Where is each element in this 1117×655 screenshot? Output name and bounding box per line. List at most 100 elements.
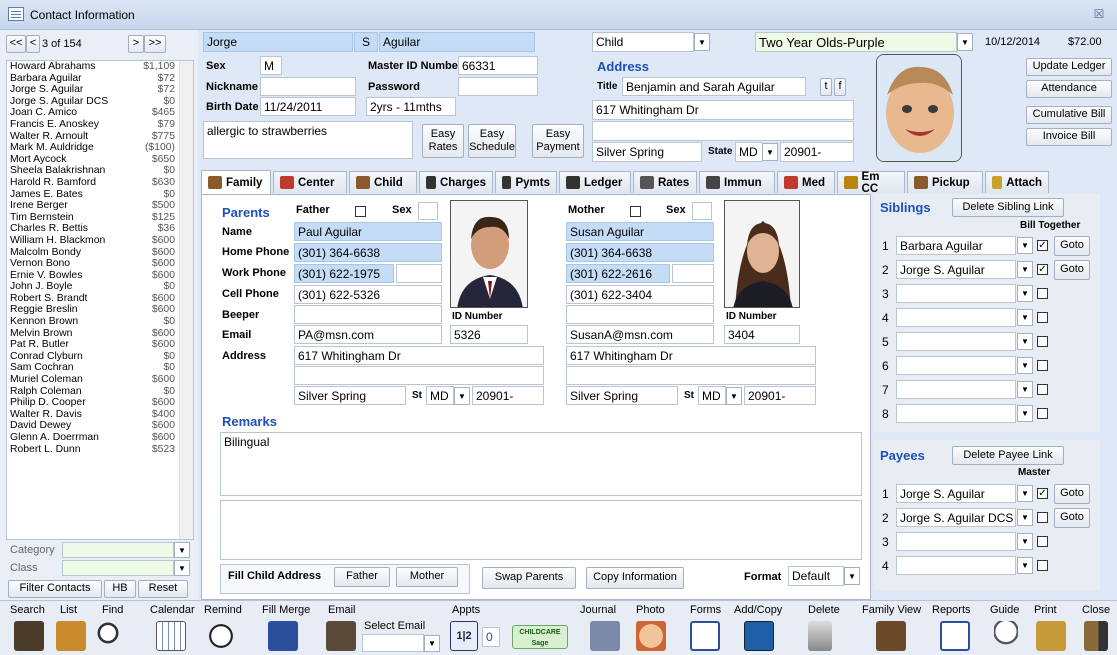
password-field[interactable]: [458, 77, 538, 96]
mother-checkbox[interactable]: [630, 206, 641, 217]
address-line2-field[interactable]: [592, 121, 854, 141]
sibling-checkbox[interactable]: [1037, 336, 1048, 347]
sibling-name-field[interactable]: Jorge S. Aguilar: [896, 260, 1016, 279]
payee-dropdown-icon[interactable]: ▼: [1017, 509, 1033, 526]
contact-list-item[interactable]: Reggie Breslin $600: [7, 304, 193, 316]
contact-list-item[interactable]: Jorge S. Aguilar $72: [7, 84, 193, 96]
last-record-button[interactable]: >>: [144, 35, 166, 53]
mailbox-icon[interactable]: [326, 621, 356, 651]
remarks-field[interactable]: Bilingual: [220, 432, 862, 496]
sibling-dropdown-icon[interactable]: ▼: [1017, 237, 1033, 254]
tab-pymts[interactable]: Pymts: [495, 171, 557, 193]
fill-merge-icon[interactable]: [268, 621, 298, 651]
street-field[interactable]: 617 Whitingham Dr: [592, 100, 854, 120]
contact-list[interactable]: Howard Abrahams $1,109 Barbara Aguilar $72 J…: [6, 60, 194, 540]
classroom-dropdown-icon[interactable]: ▼: [957, 33, 973, 51]
update-ledger-button[interactable]: Update Ledger: [1026, 58, 1112, 76]
child-photo[interactable]: [876, 54, 962, 162]
tab-attach[interactable]: Attach: [985, 171, 1049, 193]
reports-icon[interactable]: [940, 621, 970, 651]
fill-mother-button[interactable]: Mother: [396, 567, 458, 587]
contact-list-item[interactable]: Barbara Aguilar $72: [7, 73, 193, 85]
binoculars-icon[interactable]: [14, 621, 44, 651]
tab-ledger[interactable]: Ledger: [559, 171, 631, 193]
contact-list-item[interactable]: Mort Aycock $650: [7, 154, 193, 166]
easy-schedule-button[interactable]: Easy Schedule: [468, 124, 516, 158]
contact-list-item[interactable]: Philip D. Cooper $600: [7, 397, 193, 409]
father-cell-phone-field[interactable]: (301) 622-5326: [294, 285, 442, 304]
contact-type-select[interactable]: Child: [592, 32, 694, 52]
nickname-field[interactable]: [260, 77, 356, 96]
father-city-field[interactable]: Silver Spring: [294, 386, 406, 405]
contact-list-item[interactable]: Joan C. Amico $465: [7, 107, 193, 119]
middle-initial-field[interactable]: S: [354, 32, 378, 52]
title-f-button[interactable]: f: [834, 78, 846, 96]
payee-checkbox[interactable]: ✓: [1037, 488, 1048, 499]
select-email-field[interactable]: [362, 634, 424, 652]
sibling-dropdown-icon[interactable]: ▼: [1017, 357, 1033, 374]
contact-list-item[interactable]: John J. Boyle $0: [7, 281, 193, 293]
first-name-field[interactable]: Jorge: [203, 32, 353, 52]
type-dropdown-icon[interactable]: ▼: [694, 33, 710, 51]
delete-payee-link-button[interactable]: Delete Payee Link: [952, 446, 1064, 465]
mother-street-field[interactable]: 617 Whitingham Dr: [566, 346, 816, 365]
contact-list-item[interactable]: Ernie V. Bowles $600: [7, 270, 193, 282]
mother-beeper-field[interactable]: [566, 305, 714, 324]
class-dropdown-icon[interactable]: ▼: [174, 560, 190, 576]
tab-em-cc[interactable]: Em CC: [837, 171, 905, 195]
sibling-name-field[interactable]: [896, 332, 1016, 351]
trash-can-icon[interactable]: [808, 621, 832, 651]
tab-child[interactable]: Child: [349, 171, 417, 193]
contact-list-item[interactable]: Conrad Clyburn $0: [7, 351, 193, 363]
father-sex-field[interactable]: [418, 202, 438, 220]
appts-icon[interactable]: 1|2: [450, 621, 478, 651]
baby-photo-icon[interactable]: [636, 621, 666, 651]
payee-dropdown-icon[interactable]: ▼: [1017, 485, 1033, 502]
contact-list-scrollbar[interactable]: [179, 61, 193, 539]
sibling-dropdown-icon[interactable]: ▼: [1017, 333, 1033, 350]
copy-information-button[interactable]: Copy Information: [586, 567, 684, 589]
sibling-name-field[interactable]: [896, 356, 1016, 375]
cumulative-bill-button[interactable]: Cumulative Bill: [1026, 106, 1112, 124]
tab-med[interactable]: Med: [777, 171, 835, 193]
last-name-field[interactable]: Aguilar: [379, 32, 535, 52]
magnifier-icon[interactable]: [96, 621, 126, 651]
payee-name-field[interactable]: Jorge S. Aguilar: [896, 484, 1016, 503]
contact-list-item[interactable]: Malcolm Bondy $600: [7, 247, 193, 259]
sibling-dropdown-icon[interactable]: ▼: [1017, 381, 1033, 398]
delete-sibling-link-button[interactable]: Delete Sibling Link: [952, 198, 1064, 217]
sibling-name-field[interactable]: [896, 404, 1016, 423]
payee-checkbox[interactable]: [1037, 512, 1048, 523]
add-copy-icon[interactable]: [744, 621, 774, 651]
contact-list-item[interactable]: David Dewey $600: [7, 420, 193, 432]
attendance-button[interactable]: Attendance: [1026, 80, 1112, 98]
payee-goto-button[interactable]: Goto: [1054, 508, 1090, 528]
forms-icon[interactable]: [690, 621, 720, 651]
contact-list-item[interactable]: Robert L. Dunn $523: [7, 444, 193, 456]
payee-name-field[interactable]: Jorge S. Aguilar DCS: [896, 508, 1016, 527]
reset-button[interactable]: Reset: [138, 580, 188, 598]
master-id-field[interactable]: 66331: [458, 56, 538, 75]
contact-list-item[interactable]: Walter R. Arnoult $775: [7, 131, 193, 143]
tab-pickup[interactable]: Pickup: [907, 171, 983, 193]
first-record-button[interactable]: <<: [6, 35, 26, 53]
father-street-field[interactable]: 617 Whitingham Dr: [294, 346, 544, 365]
sibling-checkbox[interactable]: ✓: [1037, 264, 1048, 275]
sibling-checkbox[interactable]: [1037, 360, 1048, 371]
zip-field[interactable]: 20901-: [780, 142, 854, 162]
contact-list-item[interactable]: Muriel Coleman $600: [7, 374, 193, 386]
father-photo[interactable]: [450, 200, 528, 308]
contact-list-item[interactable]: William H. Blackmon $600: [7, 235, 193, 247]
easy-rates-button[interactable]: Easy Rates: [422, 124, 464, 158]
state-dropdown-icon[interactable]: ▼: [762, 143, 778, 161]
next-record-button[interactable]: >: [128, 35, 144, 53]
mother-city-field[interactable]: Silver Spring: [566, 386, 678, 405]
contact-list-item[interactable]: Melvin Brown $600: [7, 328, 193, 340]
payee-name-field[interactable]: [896, 556, 1016, 575]
father-beeper-field[interactable]: [294, 305, 442, 324]
mother-email-field[interactable]: SusanA@msn.com: [566, 325, 714, 344]
book-list-icon[interactable]: [56, 621, 86, 651]
father-zip-field[interactable]: 20901-: [472, 386, 544, 405]
mother-cell-phone-field[interactable]: (301) 622-3404: [566, 285, 714, 304]
prev-record-button[interactable]: <: [26, 35, 40, 53]
